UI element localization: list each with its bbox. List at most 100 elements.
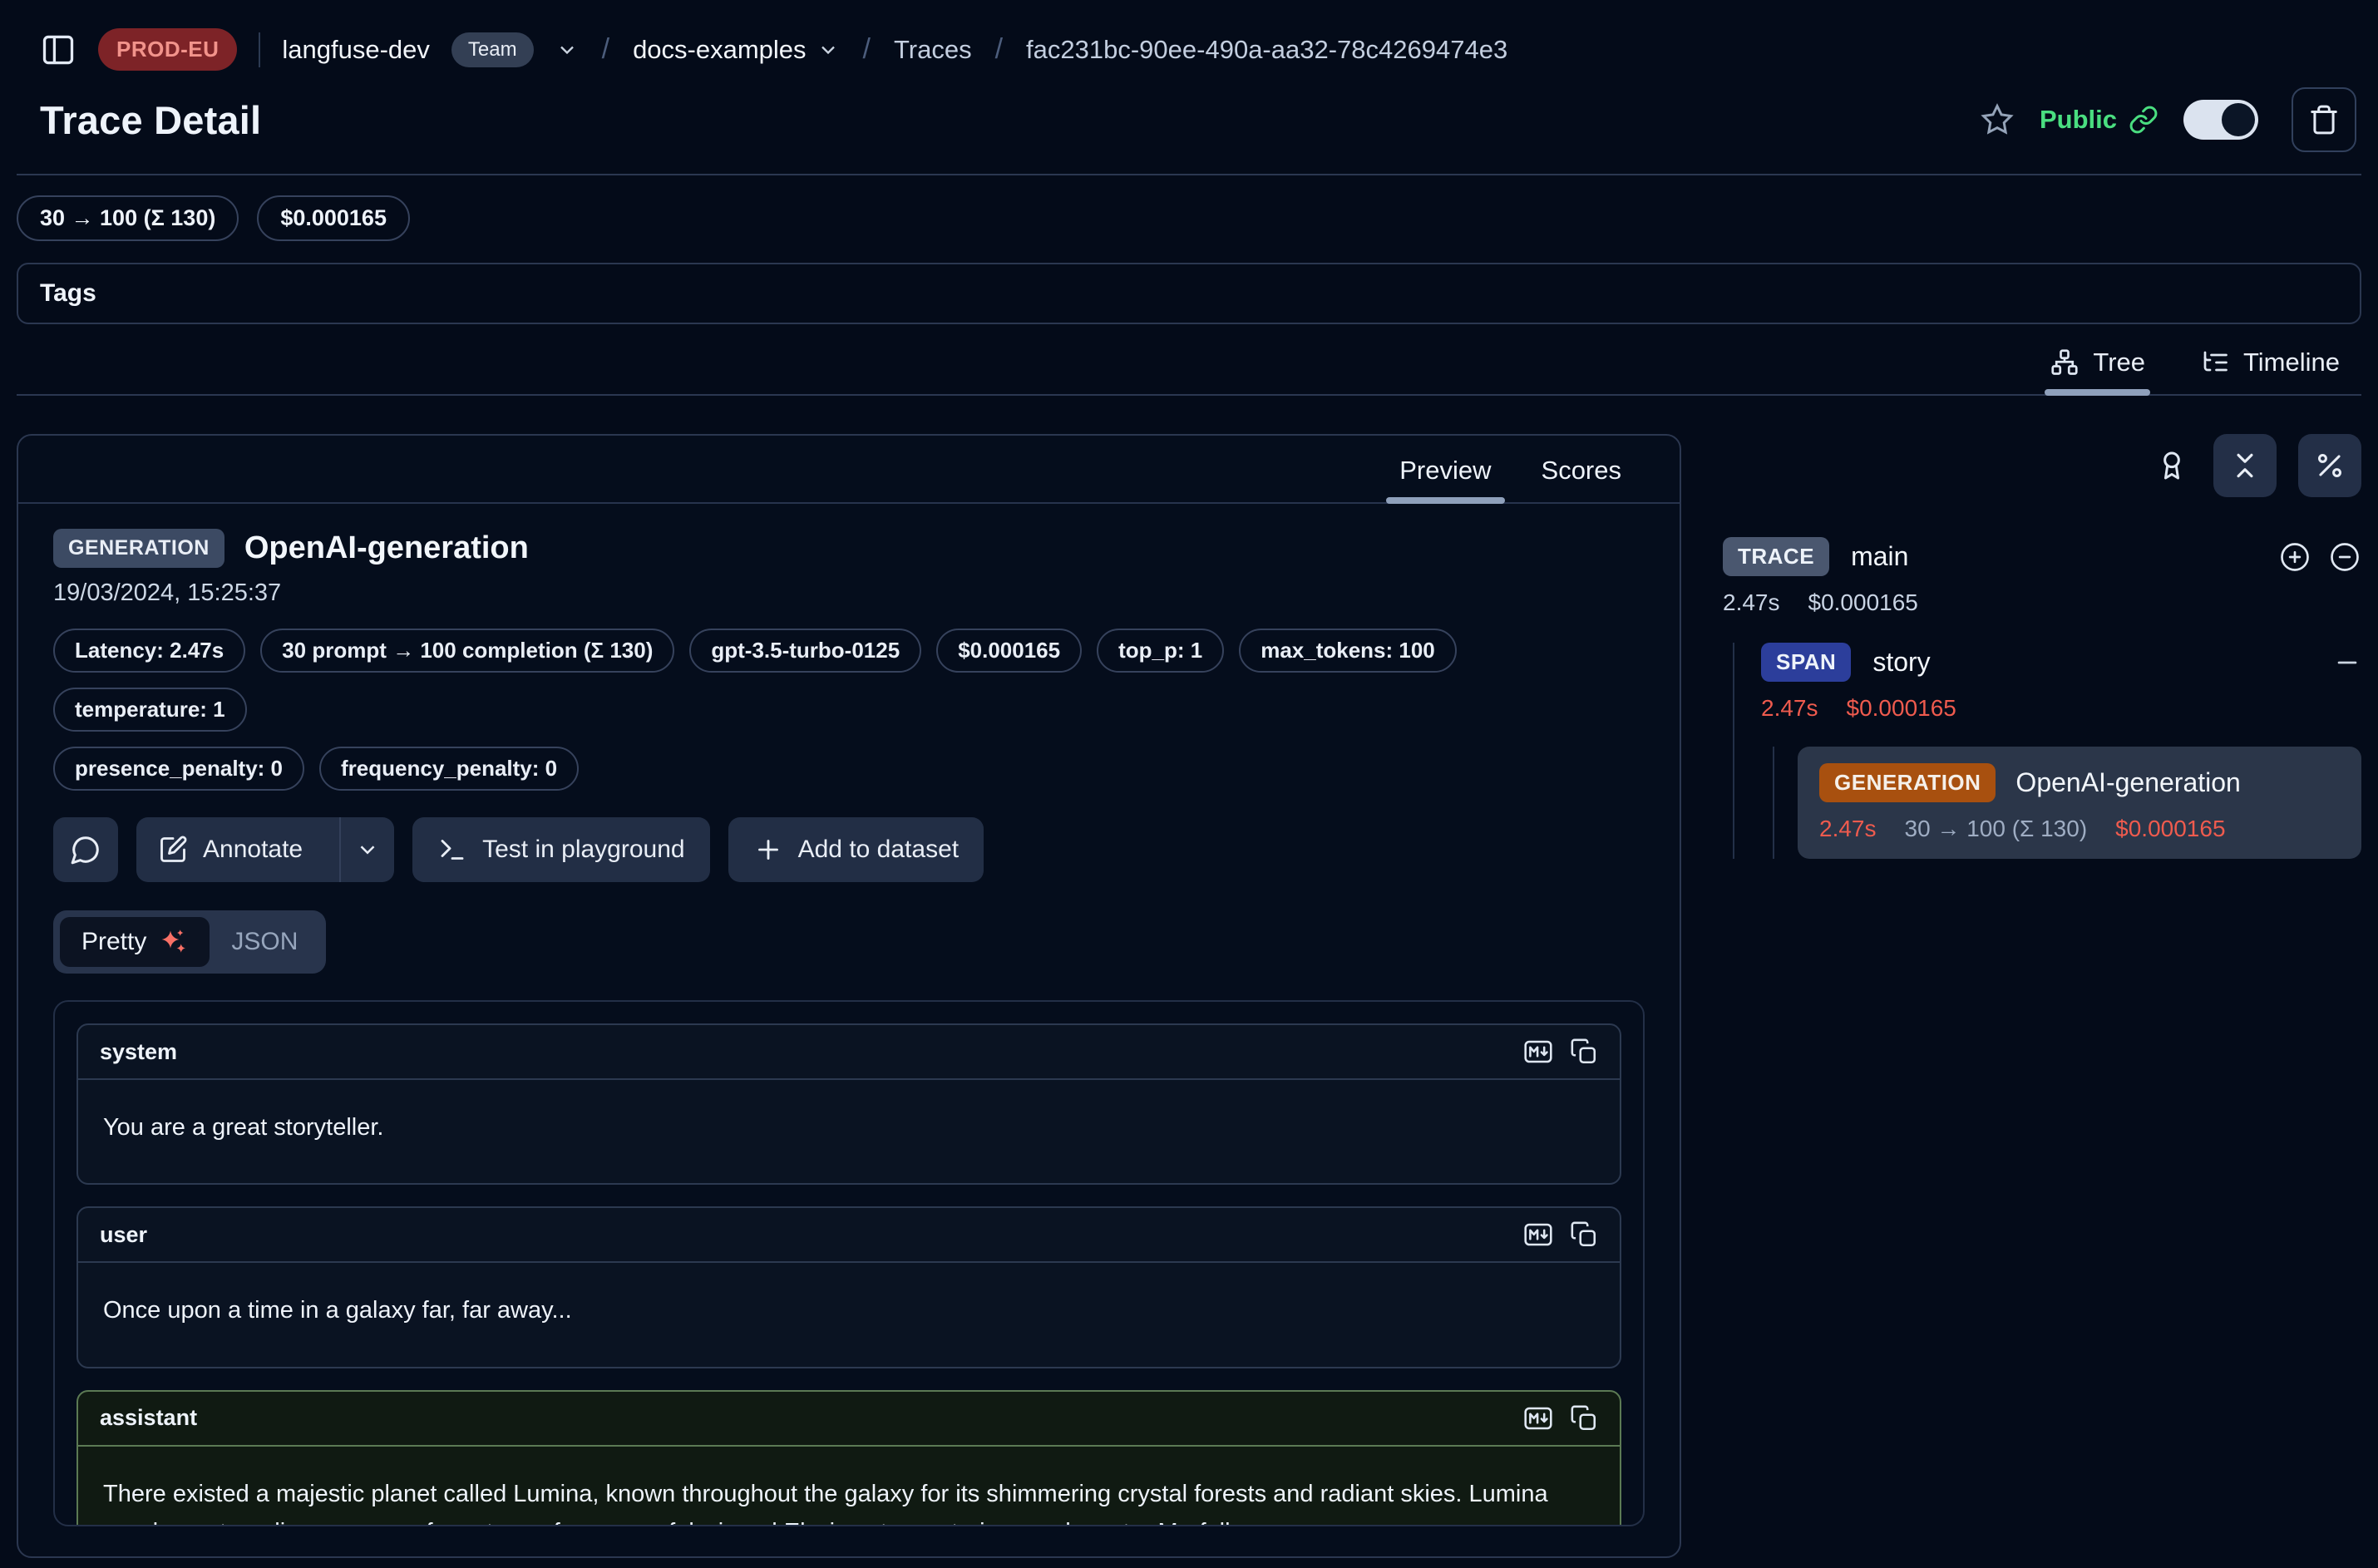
trace-tree-panel: TRACE main 2.47s $0.000165 SPAN bbox=[1723, 434, 2361, 859]
top-p-badge[interactable]: top_p: 1 bbox=[1097, 629, 1224, 673]
message-role: user bbox=[100, 1222, 147, 1248]
token-usage-badge[interactable]: 30 → 100 (Σ 130) bbox=[17, 195, 239, 241]
circle-plus-icon[interactable] bbox=[2278, 540, 2311, 574]
collapse-all-button[interactable] bbox=[2213, 434, 2277, 497]
presence-penalty-badge[interactable]: presence_penalty: 0 bbox=[53, 747, 304, 791]
cost-badge[interactable]: $0.000165 bbox=[936, 629, 1082, 673]
main-area: Preview Scores GENERATION OpenAI-generat… bbox=[17, 434, 2361, 1558]
circle-minus-icon[interactable] bbox=[2328, 540, 2361, 574]
markdown-toggle-icon[interactable] bbox=[1523, 1403, 1553, 1433]
trace-metrics: 2.47s $0.000165 bbox=[1723, 589, 2361, 616]
breadcrumb-separator: / bbox=[994, 33, 1004, 66]
message-header: assistant bbox=[78, 1392, 1620, 1447]
test-in-playground-button[interactable]: Test in playground bbox=[412, 817, 710, 882]
link-icon bbox=[2129, 105, 2158, 135]
actions-row: Annotate Test in playground Add to datas… bbox=[53, 817, 1645, 882]
title-actions: Public bbox=[1980, 87, 2356, 152]
message-header-icons bbox=[1523, 1037, 1598, 1067]
copy-icon[interactable] bbox=[1570, 1038, 1598, 1066]
toggle-knob bbox=[2222, 103, 2255, 136]
tab-tree[interactable]: Tree bbox=[2050, 348, 2145, 394]
json-toggle[interactable]: JSON bbox=[210, 918, 319, 966]
chevron-down-icon[interactable] bbox=[817, 38, 840, 62]
chevron-down-icon[interactable] bbox=[555, 38, 579, 62]
span-metrics: 2.47s $0.000165 bbox=[1761, 695, 2361, 722]
max-tokens-badge[interactable]: max_tokens: 100 bbox=[1239, 629, 1457, 673]
span-cost: $0.000165 bbox=[1847, 695, 1956, 722]
delete-button[interactable] bbox=[2292, 87, 2356, 152]
collapse-node-icon[interactable] bbox=[2333, 648, 2361, 677]
temperature-badge[interactable]: temperature: 1 bbox=[53, 688, 247, 732]
metrics-toggle-button[interactable] bbox=[2298, 434, 2361, 497]
copy-icon[interactable] bbox=[1570, 1404, 1598, 1432]
tree-node-generation-selected[interactable]: GENERATION OpenAI-generation 2.47s 30 → … bbox=[1798, 747, 2361, 859]
trace-latency: 2.47s bbox=[1723, 589, 1780, 616]
trace-badge: TRACE bbox=[1723, 537, 1829, 576]
public-toggle[interactable] bbox=[2183, 100, 2258, 140]
breadcrumb-traces[interactable]: Traces bbox=[894, 35, 972, 65]
comment-button[interactable] bbox=[53, 817, 118, 882]
message-role: system bbox=[100, 1039, 177, 1065]
environment-badge[interactable]: PROD-EU bbox=[98, 28, 237, 71]
annotate-button[interactable]: Annotate bbox=[136, 817, 394, 882]
comment-icon bbox=[70, 834, 101, 865]
org-type-badge: Team bbox=[451, 32, 534, 67]
breadcrumb-org[interactable]: langfuse-dev bbox=[282, 35, 430, 65]
latency-badge[interactable]: Latency: 2.47s bbox=[53, 629, 245, 673]
timeline-icon bbox=[2200, 348, 2230, 377]
message-header-icons bbox=[1523, 1403, 1598, 1433]
generation-tokens: 30 → 100 (Σ 130) bbox=[1905, 816, 2088, 842]
observation-type-badge: GENERATION bbox=[53, 529, 224, 568]
tab-timeline[interactable]: Timeline bbox=[2200, 348, 2340, 394]
annotate-dropdown-caret[interactable] bbox=[339, 817, 394, 882]
trace-summary: 30 → 100 (Σ 130) $0.000165 bbox=[17, 175, 2361, 241]
message-header: system bbox=[78, 1025, 1620, 1080]
add-to-dataset-button[interactable]: Add to dataset bbox=[728, 817, 984, 882]
card-body: GENERATION OpenAI-generation 19/03/2024,… bbox=[18, 504, 1680, 1556]
sidebar-toggle-icon[interactable] bbox=[40, 32, 76, 68]
observation-name: OpenAI-generation bbox=[244, 530, 529, 566]
pen-square-icon bbox=[158, 835, 188, 865]
message-header: user bbox=[78, 1208, 1620, 1263]
observation-card: Preview Scores GENERATION OpenAI-generat… bbox=[17, 434, 1681, 1558]
public-link[interactable]: Public bbox=[2040, 105, 2158, 135]
award-icon[interactable] bbox=[2155, 449, 2188, 482]
trace-cost: $0.000165 bbox=[1808, 589, 1918, 616]
tree-node-span[interactable]: SPAN story bbox=[1761, 643, 2361, 682]
message-user: user Once upon a time in a galaxy far, bbox=[76, 1206, 1621, 1368]
token-usage-badge[interactable]: 30 prompt → 100 completion (Σ 130) bbox=[260, 629, 674, 673]
frequency-penalty-badge[interactable]: frequency_penalty: 0 bbox=[319, 747, 579, 791]
model-badge[interactable]: gpt-3.5-turbo-0125 bbox=[689, 629, 921, 673]
tree-node-trace[interactable]: TRACE main bbox=[1723, 537, 2361, 576]
param-badges-row2: presence_penalty: 0 frequency_penalty: 0 bbox=[53, 747, 1645, 791]
tree-toolbar bbox=[1723, 434, 2361, 497]
breadcrumb-project[interactable]: docs-examples bbox=[633, 35, 839, 65]
page-title: Trace Detail bbox=[40, 97, 261, 143]
star-icon[interactable] bbox=[1980, 102, 2015, 137]
message-content: You are a great storyteller. bbox=[78, 1080, 1620, 1183]
messages-container: system You are a great storyteller. bbox=[53, 1000, 1645, 1526]
markdown-toggle-icon[interactable] bbox=[1523, 1220, 1553, 1250]
terminal-icon bbox=[437, 835, 467, 865]
breadcrumb-separator: / bbox=[600, 33, 611, 66]
trace-detail-page: PROD-EU langfuse-dev Team / docs-example… bbox=[0, 0, 2378, 1568]
chevron-down-icon bbox=[355, 837, 380, 862]
pretty-toggle[interactable]: Pretty bbox=[60, 917, 210, 967]
markdown-toggle-icon[interactable] bbox=[1523, 1037, 1553, 1067]
generation-cost: $0.000165 bbox=[2115, 816, 2225, 842]
message-header-icons bbox=[1523, 1220, 1598, 1250]
breadcrumb-trace-id: fac231bc-90ee-490a-aa32-78c4269474e3 bbox=[1026, 35, 1507, 65]
plus-icon bbox=[753, 835, 783, 865]
observation-timestamp: 19/03/2024, 15:25:37 bbox=[53, 579, 1645, 607]
chevrons-down-up-icon bbox=[2229, 450, 2261, 481]
tab-preview[interactable]: Preview bbox=[1399, 456, 1491, 502]
trace-row-icons bbox=[2278, 540, 2361, 574]
annotate-button-main[interactable]: Annotate bbox=[136, 817, 324, 882]
copy-icon[interactable] bbox=[1570, 1220, 1598, 1249]
tags-bar[interactable]: Tags bbox=[17, 263, 2361, 324]
observation-header: GENERATION OpenAI-generation bbox=[53, 529, 1645, 568]
cost-badge[interactable]: $0.000165 bbox=[257, 195, 410, 241]
format-toggle: Pretty JSON bbox=[53, 910, 326, 974]
message-role: assistant bbox=[100, 1405, 197, 1431]
tab-scores[interactable]: Scores bbox=[1542, 456, 1621, 502]
